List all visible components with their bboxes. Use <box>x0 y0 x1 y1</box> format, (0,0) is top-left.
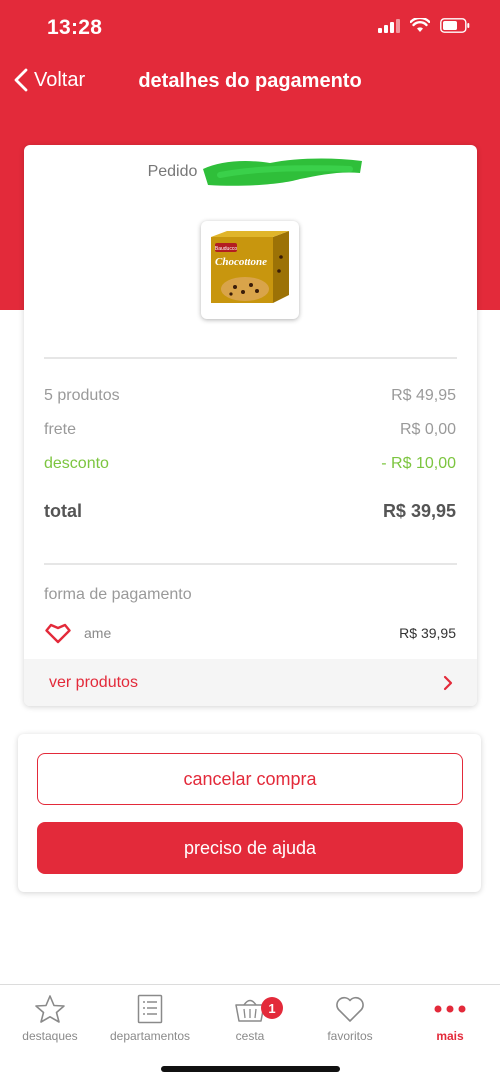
tab-mais[interactable]: mais <box>400 993 500 1043</box>
page-title: detalhes do pagamento <box>138 70 362 92</box>
tab-destaques[interactable]: destaques <box>0 993 100 1043</box>
home-indicator[interactable] <box>161 1066 340 1072</box>
status-time: 13:28 <box>47 16 103 39</box>
products-label: 5 produtos <box>44 387 120 404</box>
see-products-row[interactable]: ver produtos <box>24 659 477 706</box>
summary-row-total: total R$ 39,95 <box>44 501 456 522</box>
redaction-mark <box>203 158 362 186</box>
ame-logo-icon <box>45 623 71 644</box>
shipping-label: frete <box>44 421 77 438</box>
tab-label: mais <box>436 1029 464 1043</box>
cart-count-badge: 1 <box>261 997 283 1019</box>
payment-method-row: ame R$ 39,95 <box>44 620 456 646</box>
total-value: R$ 39,95 <box>382 501 456 521</box>
battery-icon <box>440 18 470 33</box>
summary-row-products: 5 produtos R$ 49,95 <box>44 387 456 405</box>
summary-row-shipping: frete R$ 0,00 <box>44 421 456 439</box>
total-label: total <box>44 501 82 521</box>
order-prefix: Pedido <box>147 163 198 180</box>
tab-label: destaques <box>22 1029 78 1043</box>
cancel-purchase-button[interactable]: cancelar compra <box>37 753 463 805</box>
tab-label: departamentos <box>109 1029 191 1043</box>
tab-label: cesta <box>235 1029 265 1043</box>
divider <box>44 357 457 359</box>
brand-text: Bauducco <box>215 246 237 252</box>
navigation-bar: Voltar detalhes do pagamento <box>0 56 500 106</box>
tab-cesta[interactable]: cesta 1 <box>200 993 300 1043</box>
signal-icon <box>378 18 400 33</box>
product-image[interactable]: Bauducco Chocottone <box>201 221 299 319</box>
shipping-value: R$ 0,00 <box>399 421 456 438</box>
need-help-button[interactable]: preciso de ajuda <box>37 822 463 874</box>
chevron-right-icon <box>443 675 453 690</box>
payment-method-name: ame <box>84 625 112 641</box>
discount-value: - R$ 10,00 <box>381 455 456 472</box>
products-value: R$ 49,95 <box>391 387 456 404</box>
tab-label: favoritos <box>327 1029 373 1043</box>
tab-departamentos[interactable]: departamentos <box>100 993 200 1043</box>
order-details-card: Pedido Bauducco Chocottone 5 produtos R$… <box>24 145 477 706</box>
heart-icon <box>336 996 364 1022</box>
wifi-icon <box>410 18 430 32</box>
more-dots-icon <box>434 1005 466 1013</box>
summary-row-discount: desconto - R$ 10,00 <box>44 455 456 473</box>
product-name-text: Chocottone <box>215 256 267 268</box>
discount-label: desconto <box>44 455 109 472</box>
tab-favoritos[interactable]: favoritos <box>300 993 400 1043</box>
star-icon <box>35 995 65 1023</box>
see-products-label: ver produtos <box>49 673 138 691</box>
status-icons <box>378 18 470 33</box>
status-bar: 13:28 <box>0 0 500 56</box>
actions-card: cancelar compra preciso de ajuda <box>18 734 481 892</box>
payment-method-label: forma de pagamento <box>44 586 192 603</box>
payment-amount: R$ 39,95 <box>399 625 456 641</box>
list-icon <box>137 994 163 1024</box>
divider <box>44 563 457 565</box>
panettone-box-image: Bauducco Chocottone <box>211 231 289 303</box>
